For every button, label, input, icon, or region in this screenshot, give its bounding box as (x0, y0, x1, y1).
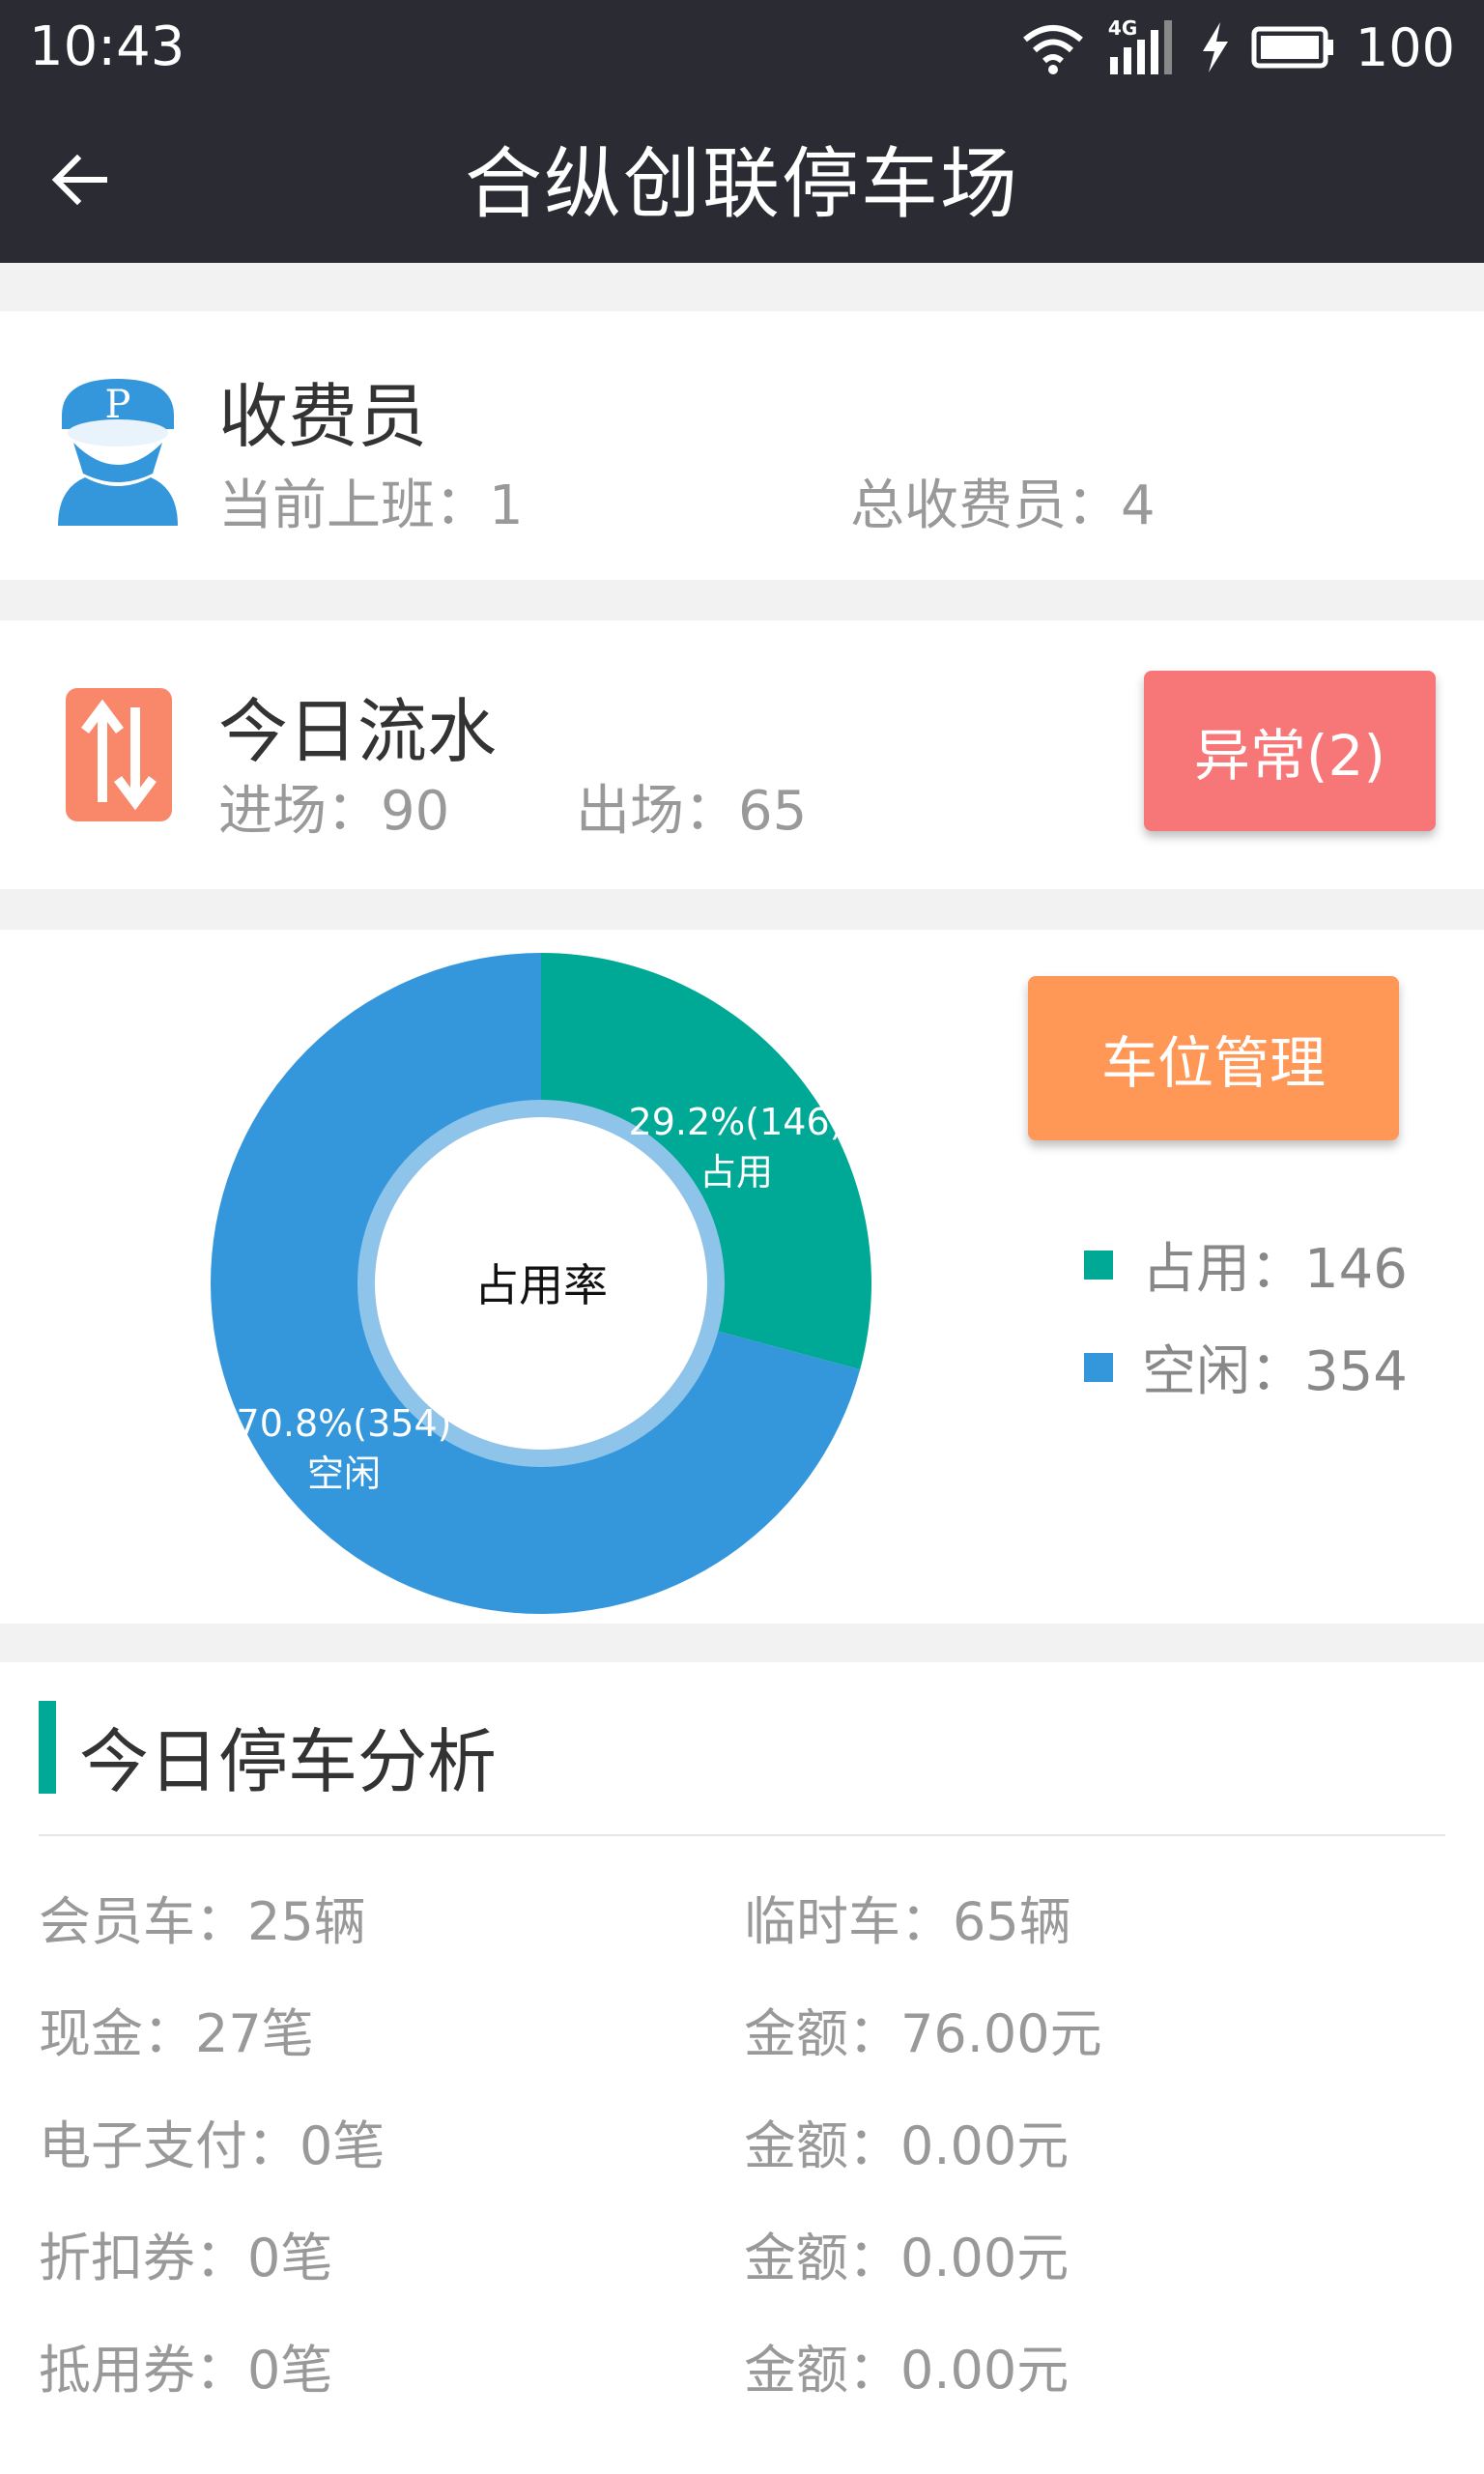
flow-exit-count: 出场：65 (576, 780, 808, 843)
stat-voucher-amount: 金额：0.00元 (744, 2340, 1070, 2401)
status-icons: 4G 100 (1021, 15, 1455, 79)
collector-total: 总收费员：4 (850, 475, 1156, 537)
stat-discount-amount: 金额：0.00元 (744, 2228, 1070, 2288)
parking-space-manage-button[interactable]: 车位管理 (1028, 976, 1399, 1140)
app-bar: 合纵创联停车场 (0, 95, 1484, 263)
legend-swatch (1084, 1352, 1113, 1382)
legend-item-free: 空闲：354 (1084, 1328, 1408, 1406)
stat-temporary-cars: 临时车：65辆 (744, 1891, 1071, 1952)
battery-icon (1251, 26, 1333, 69)
parking-attendant-icon: P (58, 379, 178, 526)
collector-on-duty: 当前上班：1 (218, 475, 524, 537)
page-title: 合纵创联停车场 (465, 139, 1019, 229)
legend-label: 占用：146 (1142, 1238, 1408, 1301)
donut-center-label: 占用率 (474, 1259, 608, 1311)
daily-flow-card[interactable]: 今日流水 进场：90 出场：65 异常(2) (0, 620, 1484, 889)
occupancy-donut-chart: 占用率 29.2%(146) 占用 70.8%(354) 空闲 (210, 953, 871, 1614)
wifi-icon (1023, 25, 1083, 74)
legend-item-occupied: 占用：146 (1084, 1225, 1408, 1304)
collector-title: 收费员 (218, 376, 428, 457)
section-accent-bar (39, 1701, 56, 1794)
stat-cash-count: 现金：27笔 (39, 2003, 314, 2064)
svg-text:P: P (105, 383, 131, 427)
slice-label-value: 29.2%(146) (629, 1101, 844, 1143)
charging-icon (1202, 22, 1228, 72)
status-bar: 10:43 4G 100 (0, 0, 1484, 95)
slice-label-name: 空闲 (307, 1453, 381, 1495)
analysis-title: 今日停车分析 (79, 1721, 498, 1802)
legend-label: 空闲：354 (1142, 1340, 1408, 1403)
divider (39, 1834, 1445, 1836)
stat-e-payment-count: 电子支付：0笔 (39, 2115, 385, 2176)
battery-level: 100 (1355, 16, 1455, 78)
slice-label-name: 占用 (699, 1151, 773, 1194)
stat-e-payment-amount: 金额：0.00元 (744, 2115, 1070, 2176)
slice-label-value: 70.8%(354) (237, 1402, 452, 1445)
abnormal-button[interactable]: 异常(2) (1144, 671, 1436, 831)
flow-entry-count: 进场：90 (218, 780, 450, 843)
signal-icon: 4G (1106, 16, 1180, 76)
flow-title: 今日流水 (218, 691, 498, 772)
collector-card[interactable]: P 收费员 当前上班：1 总收费员：4 (0, 311, 1484, 580)
occupancy-card: 占用率 29.2%(146) 占用 70.8%(354) 空闲 车位管理 占用：… (0, 930, 1484, 1624)
stat-member-cars: 会员车：25辆 (39, 1891, 366, 1952)
stat-cash-amount: 金额：76.00元 (744, 2003, 1102, 2064)
stat-voucher-count: 抵用券：0笔 (39, 2340, 333, 2401)
in-out-arrows-icon (66, 688, 172, 821)
legend-swatch (1084, 1250, 1113, 1280)
status-time: 10:43 (29, 15, 186, 78)
stat-discount-count: 折扣券：0笔 (39, 2228, 333, 2288)
parking-analysis-card: 今日停车分析 会员车：25辆 临时车：65辆 现金：27笔 金额：76.00元 … (0, 1662, 1484, 2474)
